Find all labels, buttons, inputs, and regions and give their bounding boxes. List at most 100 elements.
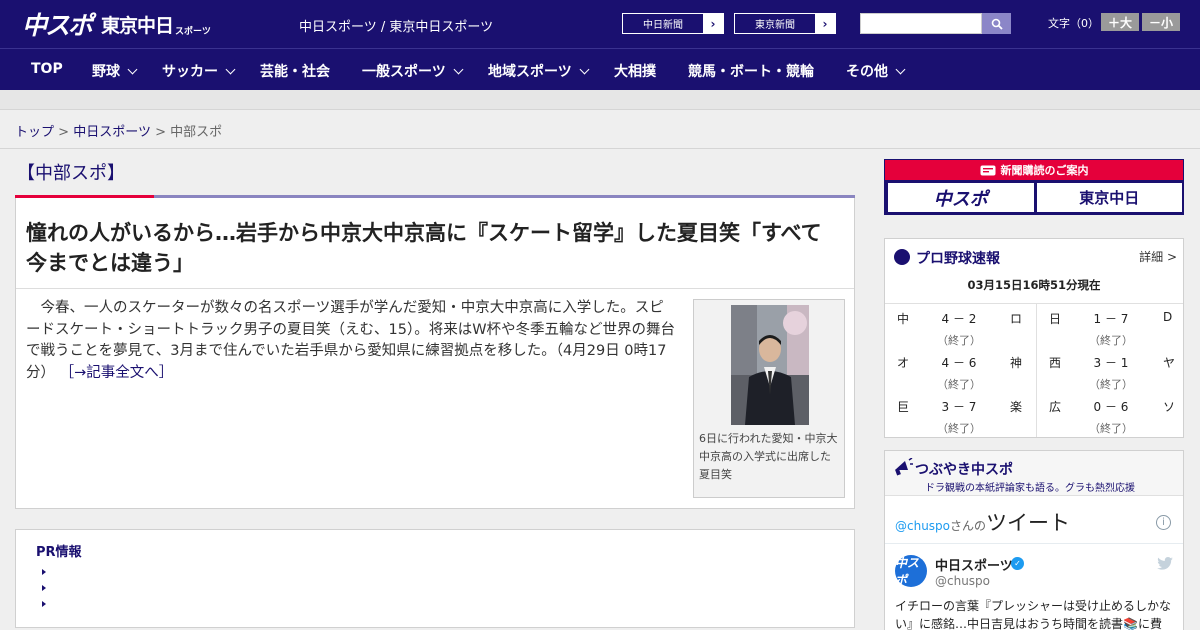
game-score[interactable]: 3 － 7 <box>929 398 989 415</box>
twitter-widget-title: つぶやき中スポ <box>915 462 1013 478</box>
sub-band <box>0 90 1200 110</box>
divider <box>1036 303 1037 437</box>
twitter-widget: つぶやき中スポ ドラ観戦の本紙評論家も語る。グラも熱烈応援 @chuspoさんの… <box>884 450 1184 630</box>
subscription-header: 新聞購読のご案内 <box>885 160 1183 180</box>
twitter-widget-subtitle: ドラ観戦の本紙評論家も語る。グラも熱烈応援 <box>925 483 1135 494</box>
game-home-team: 西 <box>1049 356 1062 370</box>
megaphone-icon <box>895 458 913 476</box>
tweets-title: @chuspoさんのツイート <box>895 507 1070 537</box>
baseball-icon <box>894 249 910 265</box>
chevron-down-icon <box>225 64 236 75</box>
article-headline[interactable]: 憧れの人がいるから…岩手から中京大中京高に『スケート留学』した夏目笑「すべて今ま… <box>26 218 841 278</box>
avatar[interactable]: 中スポ <box>895 555 927 587</box>
top-header-bar: 中スポ 東京中日 スポーツ 中日スポーツ / 東京中日スポーツ 中日新聞 › 東… <box>0 0 1200 48</box>
breadcrumb-separator: > <box>58 125 70 140</box>
game-home-team: 中 <box>897 312 910 326</box>
article-body: 今春、一人のスケーターが数々の名スポーツ選手が学んだ愛知・中京大中京高に入学した… <box>26 298 678 384</box>
arrow-right-icon[interactable] <box>42 601 46 607</box>
chevron-down-icon <box>453 64 464 75</box>
tweet-author-handle[interactable]: @chuspo <box>935 574 990 588</box>
tweet-author-name[interactable]: 中日スポーツ <box>935 555 1013 574</box>
divider <box>16 288 854 289</box>
chevron-right-icon: › <box>703 14 723 33</box>
nav-racing[interactable]: 競馬・ボート・競輪 <box>688 61 814 81</box>
game-away-team: 楽 <box>1010 400 1023 414</box>
game-home-team: 巨 <box>897 400 910 414</box>
nav-general-sports[interactable]: 一般スポーツ <box>362 61 464 81</box>
twitter-handle-link[interactable]: @chuspo <box>895 519 950 533</box>
pr-box: PR情報 <box>15 529 855 628</box>
breadcrumb-chunichi-sports[interactable]: 中日スポーツ <box>73 125 151 140</box>
tokyo-shimbun-label: 東京新聞 <box>755 20 795 31</box>
game-score[interactable]: 4 － 6 <box>929 354 989 371</box>
article-card: 憧れの人がいるから…岩手から中京大中京高に『スケート留学』した夏目笑「すべて今ま… <box>15 198 855 509</box>
tweet-text[interactable]: イチローの言葉『プレッシャーは受け止めるしかない』に感銘…中日吉見はおうち時間を… <box>895 597 1177 630</box>
tokyo-shimbun-button[interactable]: 東京新聞 › <box>734 13 836 34</box>
nav-regional-sports-label: 地域スポーツ <box>488 64 572 80</box>
chevron-right-icon: › <box>815 14 835 33</box>
search-input[interactable] <box>860 13 982 34</box>
section-title: 【中部スポ】 <box>17 163 125 184</box>
article-photo[interactable] <box>731 305 809 425</box>
game-home-team: オ <box>897 356 910 370</box>
breadcrumb-top[interactable]: トップ <box>15 125 54 140</box>
nav-sumo-label: 大相撲 <box>614 64 656 80</box>
breadcrumb-current: 中部スポ <box>170 125 223 140</box>
pr-title: PR情報 <box>36 545 82 560</box>
game-away-team: D <box>1163 310 1173 324</box>
chunichi-shimbun-label: 中日新聞 <box>643 20 683 31</box>
twitter-bird-icon[interactable] <box>1157 557 1173 570</box>
game-score[interactable]: 0 － 6 <box>1081 398 1141 415</box>
nav-baseball[interactable]: 野球 <box>92 61 138 81</box>
subscription-title: 新聞購読のご案内 <box>1000 164 1089 177</box>
baseball-title: プロ野球速報 <box>916 251 1000 267</box>
font-smaller-button[interactable]: －小 <box>1142 13 1180 31</box>
photo-caption: 6日に行われた愛知・中京大中京高の入学式に出席した夏目笑 <box>699 432 838 481</box>
game-status: （終了） <box>937 378 981 391</box>
nav-sumo[interactable]: 大相撲 <box>614 61 656 81</box>
game-score[interactable]: 3 － 1 <box>1081 354 1141 371</box>
nav-entertainment-label: 芸能・社会 <box>260 64 330 80</box>
game-away-team: ヤ <box>1163 356 1176 370</box>
breadcrumb: トップ > 中日スポーツ > 中部スポ <box>15 121 222 140</box>
info-icon[interactable]: i <box>1156 515 1171 530</box>
game-status: （終了） <box>1089 378 1133 391</box>
read-more-link[interactable]: ［→記事全文へ］ <box>60 365 174 381</box>
game-home-team: 広 <box>1049 400 1062 414</box>
subscription-buttons: 中スポ 東京中日 <box>888 183 1182 212</box>
game-score[interactable]: 4 － 2 <box>929 310 989 327</box>
baseball-scores-widget: プロ野球速報 詳細 > 03月15日16時51分現在 中 4 － 2 （終了） … <box>884 238 1184 438</box>
search-icon <box>991 18 1003 30</box>
font-larger-button[interactable]: ＋大 <box>1101 13 1139 31</box>
logo-sports: スポーツ <box>175 26 211 37</box>
search-button[interactable] <box>982 13 1011 34</box>
nav-soccer[interactable]: サッカー <box>162 61 236 81</box>
game-status: （終了） <box>937 422 981 435</box>
game-status: （終了） <box>1089 334 1133 347</box>
nav-racing-label: 競馬・ボート・競輪 <box>688 64 814 80</box>
tweets-label: ツイート <box>986 511 1071 535</box>
game-away-team: ソ <box>1163 400 1176 414</box>
arrow-right-icon[interactable] <box>42 569 46 575</box>
subscription-banner: 新聞購読のご案内 中スポ 東京中日 <box>884 159 1184 215</box>
chunichi-shimbun-button[interactable]: 中日新聞 › <box>622 13 724 34</box>
nav-regional-sports[interactable]: 地域スポーツ <box>488 61 590 81</box>
nav-entertainment[interactable]: 芸能・社会 <box>260 61 330 81</box>
arrow-right-icon[interactable] <box>42 585 46 591</box>
site-logo[interactable]: 中スポ 東京中日 スポーツ <box>22 8 211 40</box>
baseball-update-time: 03月15日16時51分現在 <box>967 278 1101 292</box>
nav-baseball-label: 野球 <box>92 64 120 80</box>
divider <box>885 543 1183 544</box>
font-size-label: 文字（0） <box>1048 17 1099 30</box>
baseball-detail-link[interactable]: 詳細 > <box>1139 248 1177 265</box>
twitter-widget-header: つぶやき中スポ ドラ観戦の本紙評論家も語る。グラも熱烈応援 <box>885 451 1183 496</box>
game-away-team: ロ <box>1010 312 1023 326</box>
game-score[interactable]: 1 － 7 <box>1081 310 1141 327</box>
subscribe-chuspo-button[interactable]: 中スポ <box>888 183 1034 212</box>
logo-tokyo-chunichi: 東京中日 <box>101 14 174 37</box>
site-links[interactable]: 中日スポーツ / 東京中日スポーツ <box>299 16 493 35</box>
main-navigation: TOP 野球 サッカー 芸能・社会 一般スポーツ 地域スポーツ 大相撲 競馬・ボ… <box>0 48 1200 90</box>
nav-top[interactable]: TOP <box>31 61 63 77</box>
nav-other[interactable]: その他 <box>846 61 906 81</box>
subscribe-tokyo-chunichi-button[interactable]: 東京中日 <box>1036 183 1182 212</box>
